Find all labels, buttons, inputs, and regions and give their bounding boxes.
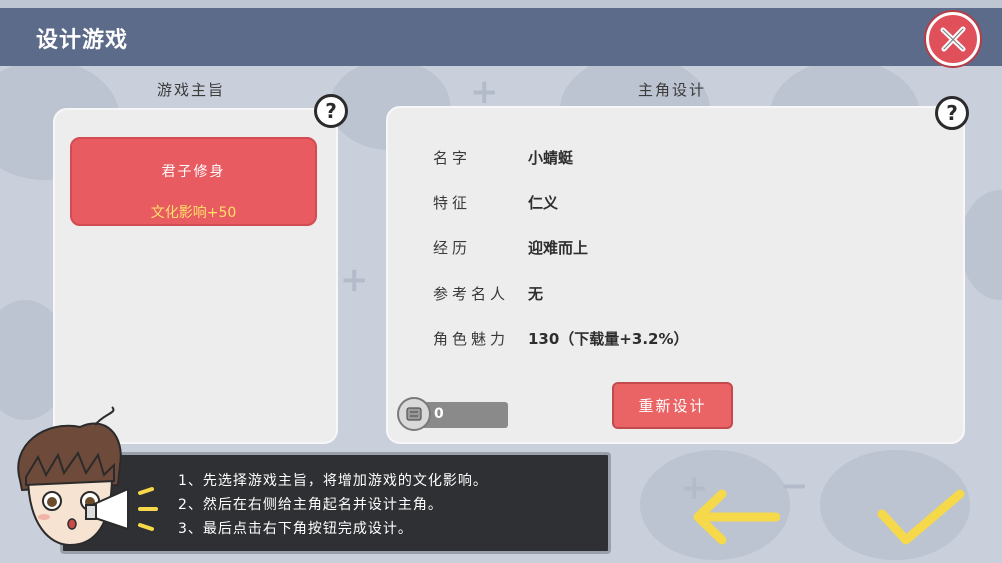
- experience-label: 经历: [433, 239, 472, 257]
- tip-line-1: 1、先选择游戏主旨，将增加游戏的文化影响。: [178, 473, 488, 489]
- theme-help-icon[interactable]: ?: [314, 94, 348, 128]
- close-x-icon: [940, 26, 966, 52]
- tip-line-3: 3、最后点击右下角按钮完成设计。: [178, 521, 413, 537]
- coin-icon: [397, 397, 431, 431]
- protagonist-section-label: 主角设计: [638, 81, 707, 99]
- confirm-check-icon[interactable]: [876, 488, 966, 550]
- protagonist-help-icon[interactable]: ?: [935, 96, 969, 130]
- theme-card[interactable]: 君子修身 文化影响+50: [70, 137, 317, 226]
- charm-label: 角色魅力: [433, 330, 510, 348]
- theme-section-label: 游戏主旨: [157, 81, 226, 99]
- name-label: 名字: [433, 149, 472, 167]
- header-bar: 设计游戏: [0, 8, 1002, 66]
- theme-card-name: 君子修身: [161, 164, 226, 180]
- reference-celebrity-value: 无: [528, 285, 544, 303]
- trait-label: 特征: [433, 194, 472, 212]
- reference-celebrity-label: 参考名人: [433, 285, 510, 303]
- coin-value: 0: [434, 406, 444, 422]
- theme-card-effect: 文化影响+50: [150, 205, 237, 221]
- close-button[interactable]: [926, 12, 980, 66]
- top-strip: [0, 0, 1002, 8]
- name-value[interactable]: 小蜻蜓: [528, 147, 573, 168]
- back-arrow-icon[interactable]: [688, 488, 780, 546]
- character-avatar: [17, 406, 158, 547]
- page-title: 设计游戏: [36, 28, 129, 53]
- tip-line-2: 2、然后在右侧给主角起名并设计主角。: [178, 497, 443, 513]
- experience-value: 迎难而上: [528, 239, 589, 257]
- charm-value: 130（下载量+3.2%）: [528, 330, 689, 348]
- redesign-button[interactable]: 重新设计: [612, 382, 733, 429]
- trait-value: 仁义: [528, 194, 559, 212]
